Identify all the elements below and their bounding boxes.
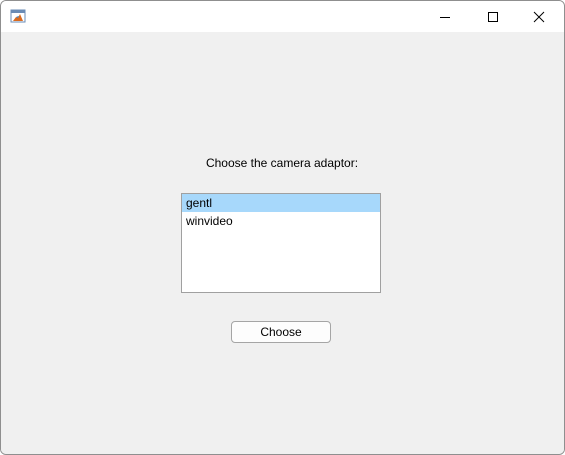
app-window: Choose the camera adaptor: gentl winvide… (0, 0, 565, 455)
list-item-gentl[interactable]: gentl (182, 194, 380, 212)
adaptor-listbox[interactable]: gentl winvideo (181, 193, 381, 293)
matlab-logo-icon (10, 8, 26, 24)
title-bar[interactable] (1, 1, 564, 32)
dialog-content: Choose the camera adaptor: gentl winvide… (1, 32, 564, 454)
adaptor-prompt-label: Choose the camera adaptor: (205, 156, 359, 170)
maximize-button[interactable] (470, 1, 516, 32)
minimize-icon (439, 11, 451, 23)
close-button[interactable] (516, 1, 562, 32)
minimize-button[interactable] (422, 1, 468, 32)
maximize-icon (487, 11, 499, 23)
choose-button[interactable]: Choose (231, 321, 331, 343)
list-item-winvideo[interactable]: winvideo (182, 212, 380, 230)
close-icon (533, 11, 545, 23)
